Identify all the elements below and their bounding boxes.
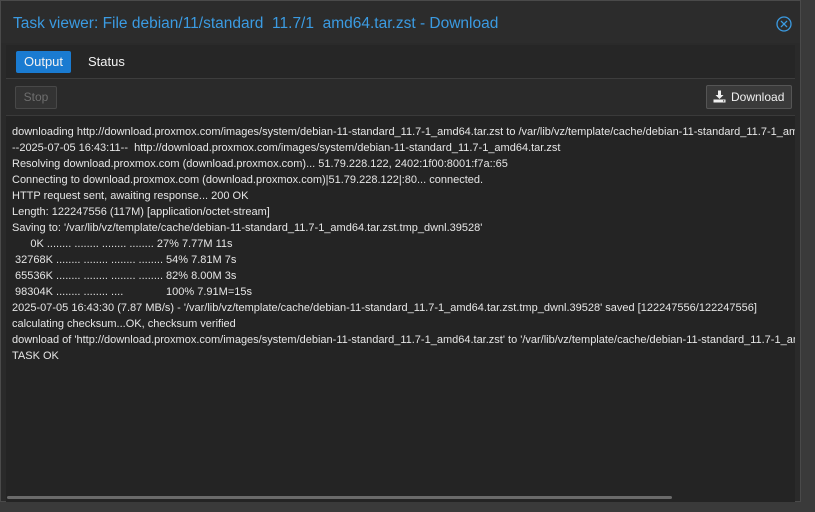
window-titlebar: Task viewer: File debian/11/standard 11.… bbox=[1, 1, 800, 43]
log-line: Length: 122247556 (117M) [application/oc… bbox=[12, 206, 270, 218]
log-line: 0K ........ ........ ........ ........ 2… bbox=[12, 238, 233, 250]
log-line: 98304K ........ ........ .... 100% 7.91M… bbox=[12, 286, 252, 298]
log-line: Saving to: '/var/lib/vz/template/cache/d… bbox=[12, 222, 483, 234]
stop-button[interactable]: Stop bbox=[15, 86, 57, 109]
log-line: Resolving download.proxmox.com (download… bbox=[12, 158, 508, 170]
log-line: download of 'http://download.proxmox.com… bbox=[12, 334, 795, 346]
task-output-log[interactable]: downloading http://download.proxmox.com/… bbox=[6, 115, 795, 502]
download-icon bbox=[713, 90, 726, 103]
close-icon[interactable] bbox=[776, 16, 792, 32]
tab-status[interactable]: Status bbox=[80, 51, 133, 73]
log-line: Connecting to download.proxmox.com (down… bbox=[12, 174, 484, 186]
log-line: 65536K ........ ........ ........ ......… bbox=[12, 270, 237, 282]
log-line: 32768K ........ ........ ........ ......… bbox=[12, 254, 237, 266]
log-line: 2025-07-05 16:43:30 (7.87 MB/s) - '/var/… bbox=[12, 302, 757, 314]
log-line: TASK OK bbox=[12, 350, 59, 362]
window-title: Task viewer: File debian/11/standard 11.… bbox=[13, 15, 499, 32]
log-line: downloading http://download.proxmox.com/… bbox=[12, 126, 795, 138]
log-lines: downloading http://download.proxmox.com/… bbox=[12, 124, 795, 364]
log-line: calculating checksum...OK, checksum veri… bbox=[12, 318, 236, 330]
log-line: HTTP request sent, awaiting response... … bbox=[12, 190, 249, 202]
tab-output[interactable]: Output bbox=[16, 51, 72, 73]
task-viewer-window: Task viewer: File debian/11/standard 11.… bbox=[0, 0, 801, 502]
toolbar: Stop Download bbox=[6, 79, 795, 115]
log-line: --2025-07-05 16:43:11-- http://download.… bbox=[12, 142, 561, 154]
download-button-label: Download bbox=[731, 90, 785, 104]
tab-bar: Output Status bbox=[6, 45, 795, 79]
download-button[interactable]: Download bbox=[706, 85, 792, 109]
horizontal-scrollbar[interactable] bbox=[7, 496, 672, 499]
